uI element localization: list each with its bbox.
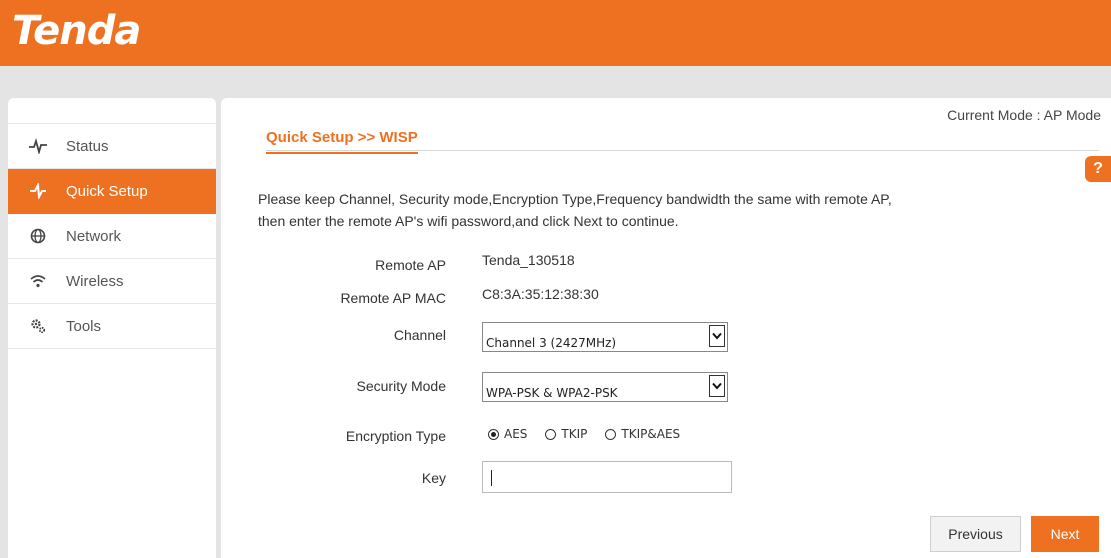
tenda-logo: Tenda	[12, 8, 141, 54]
top-header: Tenda	[0, 0, 1111, 66]
encryption-radio-tkip[interactable]: TKIP	[545, 427, 587, 441]
channel-label: Channel	[393, 327, 446, 343]
next-button[interactable]: Next	[1031, 516, 1099, 552]
instructions-line-2: then enter the remote AP's wifi password…	[258, 213, 679, 229]
sidebar-item-status[interactable]: Status	[8, 124, 216, 169]
help-button[interactable]: ?	[1085, 156, 1111, 182]
sidebar-item-label: Status	[66, 137, 109, 155]
encryption-radio-tkip-aes[interactable]: TKIP&AES	[605, 427, 680, 441]
pulse-icon	[28, 136, 48, 156]
gears-icon	[28, 316, 48, 336]
channel-select[interactable]: Channel 3 (2427MHz)	[482, 322, 728, 352]
instructions-line-1: Please keep Channel, Security mode,Encry…	[258, 191, 892, 207]
radio-unchecked-icon[interactable]	[545, 428, 557, 440]
globe-icon	[28, 226, 48, 246]
magic-wand-icon	[28, 181, 48, 201]
encryption-type-radio-group: AES TKIP TKIP&AES	[488, 427, 698, 441]
remote-ap-value: Tenda_130518	[482, 252, 575, 268]
sidebar-item-label: Wireless	[66, 272, 124, 290]
sidebar-item-network[interactable]: Network	[8, 214, 216, 259]
sidebar: Status Quick Setup Network Wireless Tool…	[8, 98, 216, 558]
text-caret	[491, 470, 492, 486]
key-label: Key	[421, 470, 446, 486]
wifi-icon	[28, 271, 48, 291]
encryption-type-label: Encryption Type	[345, 428, 446, 444]
radio-label: TKIP&AES	[621, 427, 681, 441]
radio-label: AES	[504, 427, 528, 441]
security-mode-label: Security Mode	[356, 378, 446, 394]
previous-button[interactable]: Previous	[930, 516, 1021, 552]
main-panel: Current Mode : AP Mode Quick Setup >> WI…	[221, 98, 1111, 558]
sidebar-nav: Status Quick Setup Network Wireless Tool…	[8, 123, 216, 349]
radio-checked-icon[interactable]	[488, 428, 499, 440]
sidebar-item-label: Network	[66, 227, 122, 245]
chevron-down-icon[interactable]	[709, 375, 725, 397]
current-mode-text: Current Mode : AP Mode	[947, 107, 1101, 123]
sidebar-item-quick-setup[interactable]: Quick Setup	[8, 169, 216, 214]
key-input[interactable]	[482, 461, 732, 493]
radio-label: TKIP	[561, 427, 588, 441]
instructions-text: Please keep Channel, Security mode,Encry…	[258, 188, 892, 232]
radio-unchecked-icon[interactable]	[605, 428, 617, 440]
remote-ap-label: Remote AP	[375, 257, 446, 273]
security-mode-select-value: WPA-PSK & WPA2-PSK	[486, 386, 618, 400]
sidebar-item-label: Tools	[66, 317, 102, 335]
chevron-down-icon[interactable]	[709, 325, 725, 347]
security-mode-select[interactable]: WPA-PSK & WPA2-PSK	[482, 372, 728, 402]
encryption-radio-aes[interactable]: AES	[488, 427, 527, 441]
remote-ap-mac-label: Remote AP MAC	[340, 290, 446, 306]
sidebar-item-tools[interactable]: Tools	[8, 304, 216, 349]
page-title: Quick Setup >> WISP	[266, 129, 418, 154]
channel-select-value: Channel 3 (2427MHz)	[486, 336, 617, 350]
sidebar-item-label: Quick Setup	[66, 182, 148, 200]
remote-ap-mac-value: C8:3A:35:12:38:30	[482, 286, 599, 302]
sidebar-item-wireless[interactable]: Wireless	[8, 259, 216, 304]
